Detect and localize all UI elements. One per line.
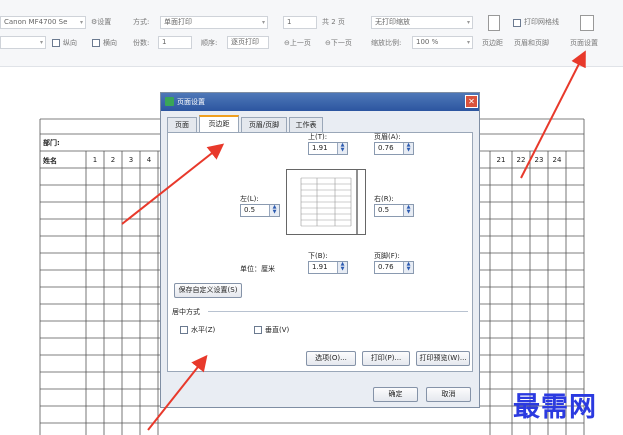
header-margin-input[interactable]: 0.76 ▲ ▼ (374, 142, 414, 155)
portrait-label: 纵向 (63, 39, 77, 47)
gridlines-checkbox[interactable] (513, 19, 521, 27)
margins-icon[interactable] (488, 15, 500, 31)
margins-panel: 上(T): 1.91 ▲ ▼ 页眉(A): 0.76 ▲ ▼ 左(L): 0.5 ▲ ▼ 右… (167, 132, 473, 372)
bottom-label: 下(B): (308, 252, 328, 260)
tab-header-footer[interactable]: 页眉/页脚 (241, 117, 287, 132)
header-margin-value: 0.76 (378, 144, 394, 152)
horizontal-checkbox[interactable] (180, 326, 188, 334)
right-margin-value: 0.5 (378, 206, 390, 214)
app-icon (165, 97, 174, 106)
spin-arrows-icon[interactable]: ▲ ▼ (269, 205, 279, 216)
horizontal-label: 水平(Z) (191, 326, 216, 334)
col-header: 3 (128, 156, 134, 164)
vertical-checkbox[interactable] (254, 326, 262, 334)
portrait-checkbox[interactable] (52, 39, 60, 47)
print-preview-button[interactable]: 打印预览(W)... (416, 351, 470, 366)
paper-select[interactable]: ▾ (0, 36, 46, 49)
zoom-label: 缩放比例: (371, 39, 402, 47)
method-select[interactable]: 单面打印 ▾ (160, 16, 268, 29)
tab-worksheet[interactable]: 工作表 (289, 117, 323, 132)
right-margin-input[interactable]: 0.5 ▲ ▼ (374, 204, 414, 217)
gridlines-label: 打印网格线 (524, 18, 559, 26)
next-page-label: 下一页 (330, 39, 352, 47)
printer-settings-button[interactable]: ⚙设置 (91, 16, 111, 28)
spin-arrows-icon[interactable]: ▲ ▼ (403, 262, 413, 273)
printer-value: Canon MF4700 Se (4, 18, 68, 26)
zoom-value: 100 % (416, 38, 439, 46)
copies-label: 份数: (133, 39, 150, 47)
footer-margin-input[interactable]: 0.76 ▲ ▼ (374, 261, 414, 274)
scale-select[interactable]: 无打印缩放 ▾ (371, 16, 473, 29)
save-custom-button[interactable]: 保存自定义设置(S) (174, 283, 242, 298)
spin-arrows-icon[interactable]: ▲ ▼ (337, 262, 347, 273)
method-value: 单面打印 (164, 18, 192, 26)
printer-select[interactable]: Canon MF4700 Se ▾ (0, 16, 86, 29)
spin-arrows-icon[interactable]: ▲ ▼ (403, 205, 413, 216)
margin-preview (286, 169, 366, 235)
copies-input[interactable]: 1 (158, 36, 192, 49)
page-number-value: 1 (287, 18, 292, 26)
left-label: 左(L): (240, 195, 259, 203)
prev-page-button[interactable]: ⊖上一页 (284, 37, 311, 49)
dialog-titlebar: 页面设置 ✕ (161, 93, 479, 111)
dialog-title: 页面设置 (177, 98, 205, 106)
bottom-margin-value: 1.91 (312, 263, 328, 271)
spin-arrows-icon[interactable]: ▲ ▼ (403, 143, 413, 154)
print-preview-toolbar: Canon MF4700 Se ▾ ⚙设置 方式: 单面打印 ▾ 1 共 2 页 无… (0, 0, 623, 67)
copies-value: 1 (162, 38, 167, 46)
tab-margins[interactable]: 页边距 (199, 115, 239, 132)
total-pages: 共 2 页 (322, 18, 345, 26)
landscape-label: 横向 (103, 39, 117, 47)
watermark-logo: 最需网 (513, 392, 597, 423)
footer-margin-value: 0.76 (378, 263, 394, 271)
dept-label: 部门: (43, 139, 60, 147)
col-header: 23 (534, 156, 544, 164)
options-button[interactable]: 选项(O)... (306, 351, 356, 366)
bottom-margin-input[interactable]: 1.91 ▲ ▼ (308, 261, 348, 274)
page-setup-button[interactable]: 页面设置 (570, 37, 598, 49)
top-label: 上(T): (308, 133, 328, 141)
margins-button[interactable]: 页边距 (482, 37, 503, 49)
top-margin-input[interactable]: 1.91 ▲ ▼ (308, 142, 348, 155)
scale-value: 无打印缩放 (375, 18, 410, 26)
col-header: 24 (552, 156, 562, 164)
col-header: 22 (516, 156, 526, 164)
divider (208, 311, 468, 312)
method-label: 方式: (133, 18, 150, 26)
ok-button[interactable]: 确定 (373, 387, 418, 402)
order-select[interactable]: 逐页打印 (227, 36, 269, 49)
left-margin-input[interactable]: 0.5 ▲ ▼ (240, 204, 280, 217)
print-button[interactable]: 打印(P)... (362, 351, 410, 366)
unit-label: 单位：厘米 (240, 265, 275, 273)
zoom-select[interactable]: 100 % ▾ (412, 36, 473, 49)
page-setup-icon[interactable] (580, 15, 594, 31)
header-label: 页眉(A): (374, 133, 401, 141)
col-header: 4 (146, 156, 152, 164)
col-header: 2 (110, 156, 116, 164)
header-footer-button[interactable]: 页眉和页脚 (514, 37, 549, 49)
close-icon[interactable]: ✕ (465, 95, 478, 108)
spin-arrows-icon[interactable]: ▲ ▼ (337, 143, 347, 154)
prev-page-label: 上一页 (289, 39, 311, 47)
margin-preview-graphic (300, 170, 358, 234)
footer-label: 页脚(F): (374, 252, 400, 260)
left-margin-value: 0.5 (244, 206, 256, 214)
settings-label: 设置 (97, 18, 112, 26)
center-section-label: 居中方式 (172, 308, 200, 316)
page-number-input[interactable]: 1 (283, 16, 317, 29)
col-header: 21 (496, 156, 506, 164)
order-value: 逐页打印 (231, 38, 259, 46)
right-label: 右(R): (374, 195, 394, 203)
tab-page[interactable]: 页面 (167, 117, 197, 132)
order-label: 顺序: (201, 39, 218, 47)
landscape-checkbox[interactable] (92, 39, 100, 47)
top-margin-value: 1.91 (312, 144, 328, 152)
col-header: 1 (92, 156, 98, 164)
name-header: 姓名 (43, 157, 57, 165)
vertical-label: 垂直(V) (265, 326, 290, 334)
cancel-button[interactable]: 取消 (426, 387, 471, 402)
page-setup-dialog: 页面设置 ✕ 页面 页边距 页眉/页脚 工作表 上(T): 1.91 ▲ ▼ 页眉(… (160, 92, 480, 408)
next-page-button[interactable]: ⊖下一页 (325, 37, 352, 49)
